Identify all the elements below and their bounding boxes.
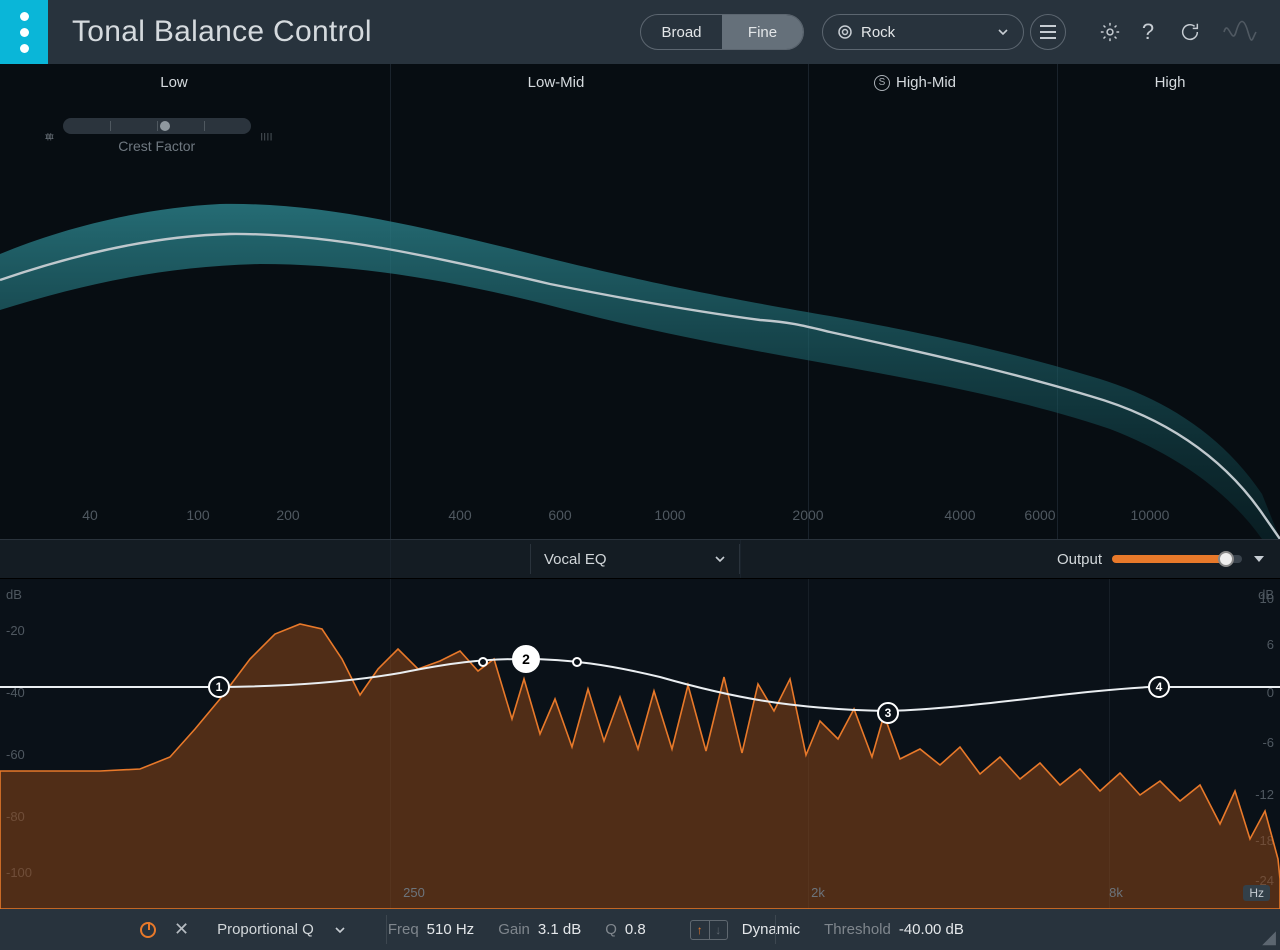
output-collapse-toggle[interactable] (1252, 552, 1266, 566)
output-label: Output (1057, 551, 1102, 568)
preset-menu-button[interactable] (1030, 14, 1066, 50)
eq-node-1[interactable]: 1 (208, 676, 230, 698)
gain-value[interactable]: 3.1 dB (538, 921, 581, 938)
target-icon (837, 24, 853, 40)
freq-value[interactable]: 510 Hz (427, 921, 475, 938)
band-power-button[interactable] (140, 922, 156, 938)
eq-node-4[interactable]: 4 (1148, 676, 1170, 698)
brand-logo (0, 0, 48, 64)
q-value[interactable]: 0.8 (625, 921, 646, 938)
output-gain-slider[interactable] (1112, 555, 1242, 563)
dynamic-mode-toggle[interactable]: ↑↓ (690, 920, 728, 940)
help-button[interactable]: ? (1130, 14, 1166, 50)
app-header: Tonal Balance Control Broad Fine Rock ? (0, 0, 1280, 64)
eq-panel: dB -20 -40 -60 -80 -100 dB 10 6 0 -6 -12… (0, 579, 1280, 909)
eq-spectrum[interactable] (0, 579, 1280, 909)
top-frequency-ticks: 40 100 200 400 600 1000 2000 4000 6000 1… (0, 507, 1280, 529)
eq-node-2[interactable]: 2 (512, 645, 540, 673)
view-mode-broad[interactable]: Broad (641, 15, 722, 49)
band-delete-button[interactable]: ✕ (174, 919, 189, 940)
view-mode-fine[interactable]: Fine (722, 15, 803, 49)
filter-type-select[interactable]: Proportional Q (217, 921, 346, 938)
preset-select[interactable]: Rock (822, 14, 1024, 50)
view-mode-toggle[interactable]: Broad Fine (640, 14, 804, 50)
settings-button[interactable] (1092, 14, 1128, 50)
eq-bandwidth-handle-right[interactable] (572, 657, 582, 667)
eq-bandwidth-handle-left[interactable] (478, 657, 488, 667)
history-button[interactable] (1172, 14, 1208, 50)
chevron-down-icon (714, 553, 726, 565)
gear-icon (1099, 21, 1121, 43)
ipc-icon[interactable] (1222, 14, 1258, 50)
threshold-value[interactable]: -40.00 dB (899, 921, 964, 938)
eq-header-strip: Vocal EQ Output (0, 539, 1280, 579)
eq-bottom-ticks: 250 2k 8k Hz (0, 885, 1280, 905)
chevron-down-icon (997, 26, 1009, 38)
preset-name: Rock (861, 24, 895, 41)
eq-footer: ✕ Proportional Q Freq510 Hz Gain3.1 dB Q… (0, 909, 1280, 950)
redo-icon (1179, 21, 1201, 43)
remote-plugin-select[interactable]: Vocal EQ (530, 539, 740, 579)
chevron-down-icon (334, 924, 346, 936)
app-title: Tonal Balance Control (72, 15, 372, 49)
eq-node-3[interactable]: 3 (877, 702, 899, 724)
tonal-balance-curve (0, 64, 1280, 539)
tonal-balance-panel: Low Low-Mid S High-Mid High ɪ|ɪ|ɪ Crest … (0, 64, 1280, 539)
resize-grip[interactable]: ◢ (1262, 927, 1276, 948)
